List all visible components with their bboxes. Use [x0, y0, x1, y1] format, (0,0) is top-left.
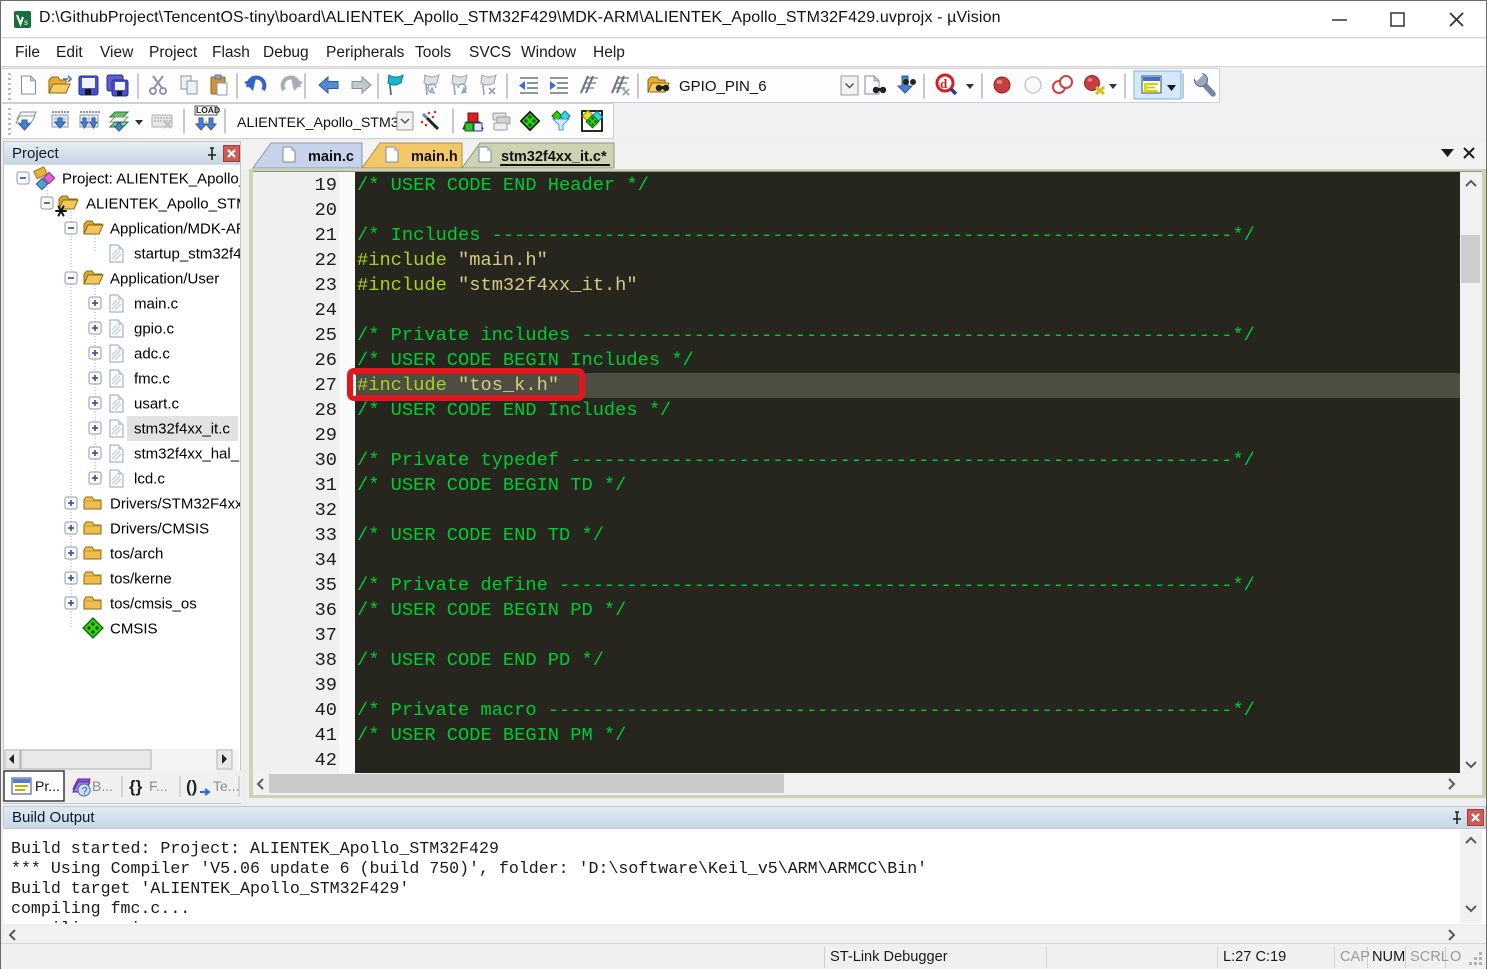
svg-text:ALIENTEK_Apollo_STM32F429: ALIENTEK_Apollo_STM32F429	[86, 196, 240, 213]
svg-text:stm32f4xx_it.c: stm32f4xx_it.c	[134, 421, 230, 438]
svg-text:s: s	[24, 18, 28, 27]
svg-text:Drivers/STM32F4xx_HAL_Dri: Drivers/STM32F4xx_HAL_Dri	[110, 496, 240, 513]
svg-text:F...: F...	[149, 778, 168, 794]
svg-text:(): ()	[186, 777, 197, 796]
svg-text:d: d	[940, 76, 948, 91]
svg-text:tos/kerne: tos/kerne	[110, 571, 172, 588]
svg-text:lcd.c: lcd.c	[134, 471, 165, 488]
svg-text:{}: {}	[129, 777, 143, 796]
svg-text:usart.c: usart.c	[134, 396, 180, 413]
svg-text:stm32f4xx_it.c*: stm32f4xx_it.c*	[501, 149, 607, 165]
svg-text:main.h: main.h	[411, 149, 458, 165]
svg-text:stm32f4xx_hal_msp.c: stm32f4xx_hal_msp.c	[134, 446, 240, 463]
svg-text:tos/arch: tos/arch	[110, 546, 163, 563]
svg-text:main.c: main.c	[134, 296, 179, 313]
svg-text:Te...: Te...	[213, 778, 239, 794]
svg-text:B...: B...	[92, 778, 113, 794]
svg-text:GPIO_PIN_6: GPIO_PIN_6	[679, 78, 767, 95]
svg-text:startup_stm32f429xx.s: startup_stm32f429xx.s	[134, 246, 240, 263]
svg-text:Application/MDK-ARM: Application/MDK-ARM	[110, 221, 240, 238]
svg-text:fmc.c: fmc.c	[134, 371, 170, 388]
svg-text:adc.c: adc.c	[134, 346, 170, 363]
svg-text:Drivers/CMSIS: Drivers/CMSIS	[110, 521, 209, 538]
svg-text:CMSIS: CMSIS	[110, 621, 158, 638]
svg-text:tos/cmsis_os: tos/cmsis_os	[110, 596, 197, 613]
svg-text:Project: ALIENTEK_Apollo_STM32: Project: ALIENTEK_Apollo_STM32F429	[62, 171, 240, 188]
svg-text:Pr...: Pr...	[35, 778, 60, 794]
svg-text:gpio.c: gpio.c	[134, 321, 175, 338]
svg-text:Application/User: Application/User	[110, 271, 219, 288]
svg-text:?: ?	[82, 786, 88, 798]
svg-text:main.c: main.c	[308, 149, 354, 165]
svg-text:ALIENTEK_Apollo_STM32: ALIENTEK_Apollo_STM32	[237, 115, 407, 131]
